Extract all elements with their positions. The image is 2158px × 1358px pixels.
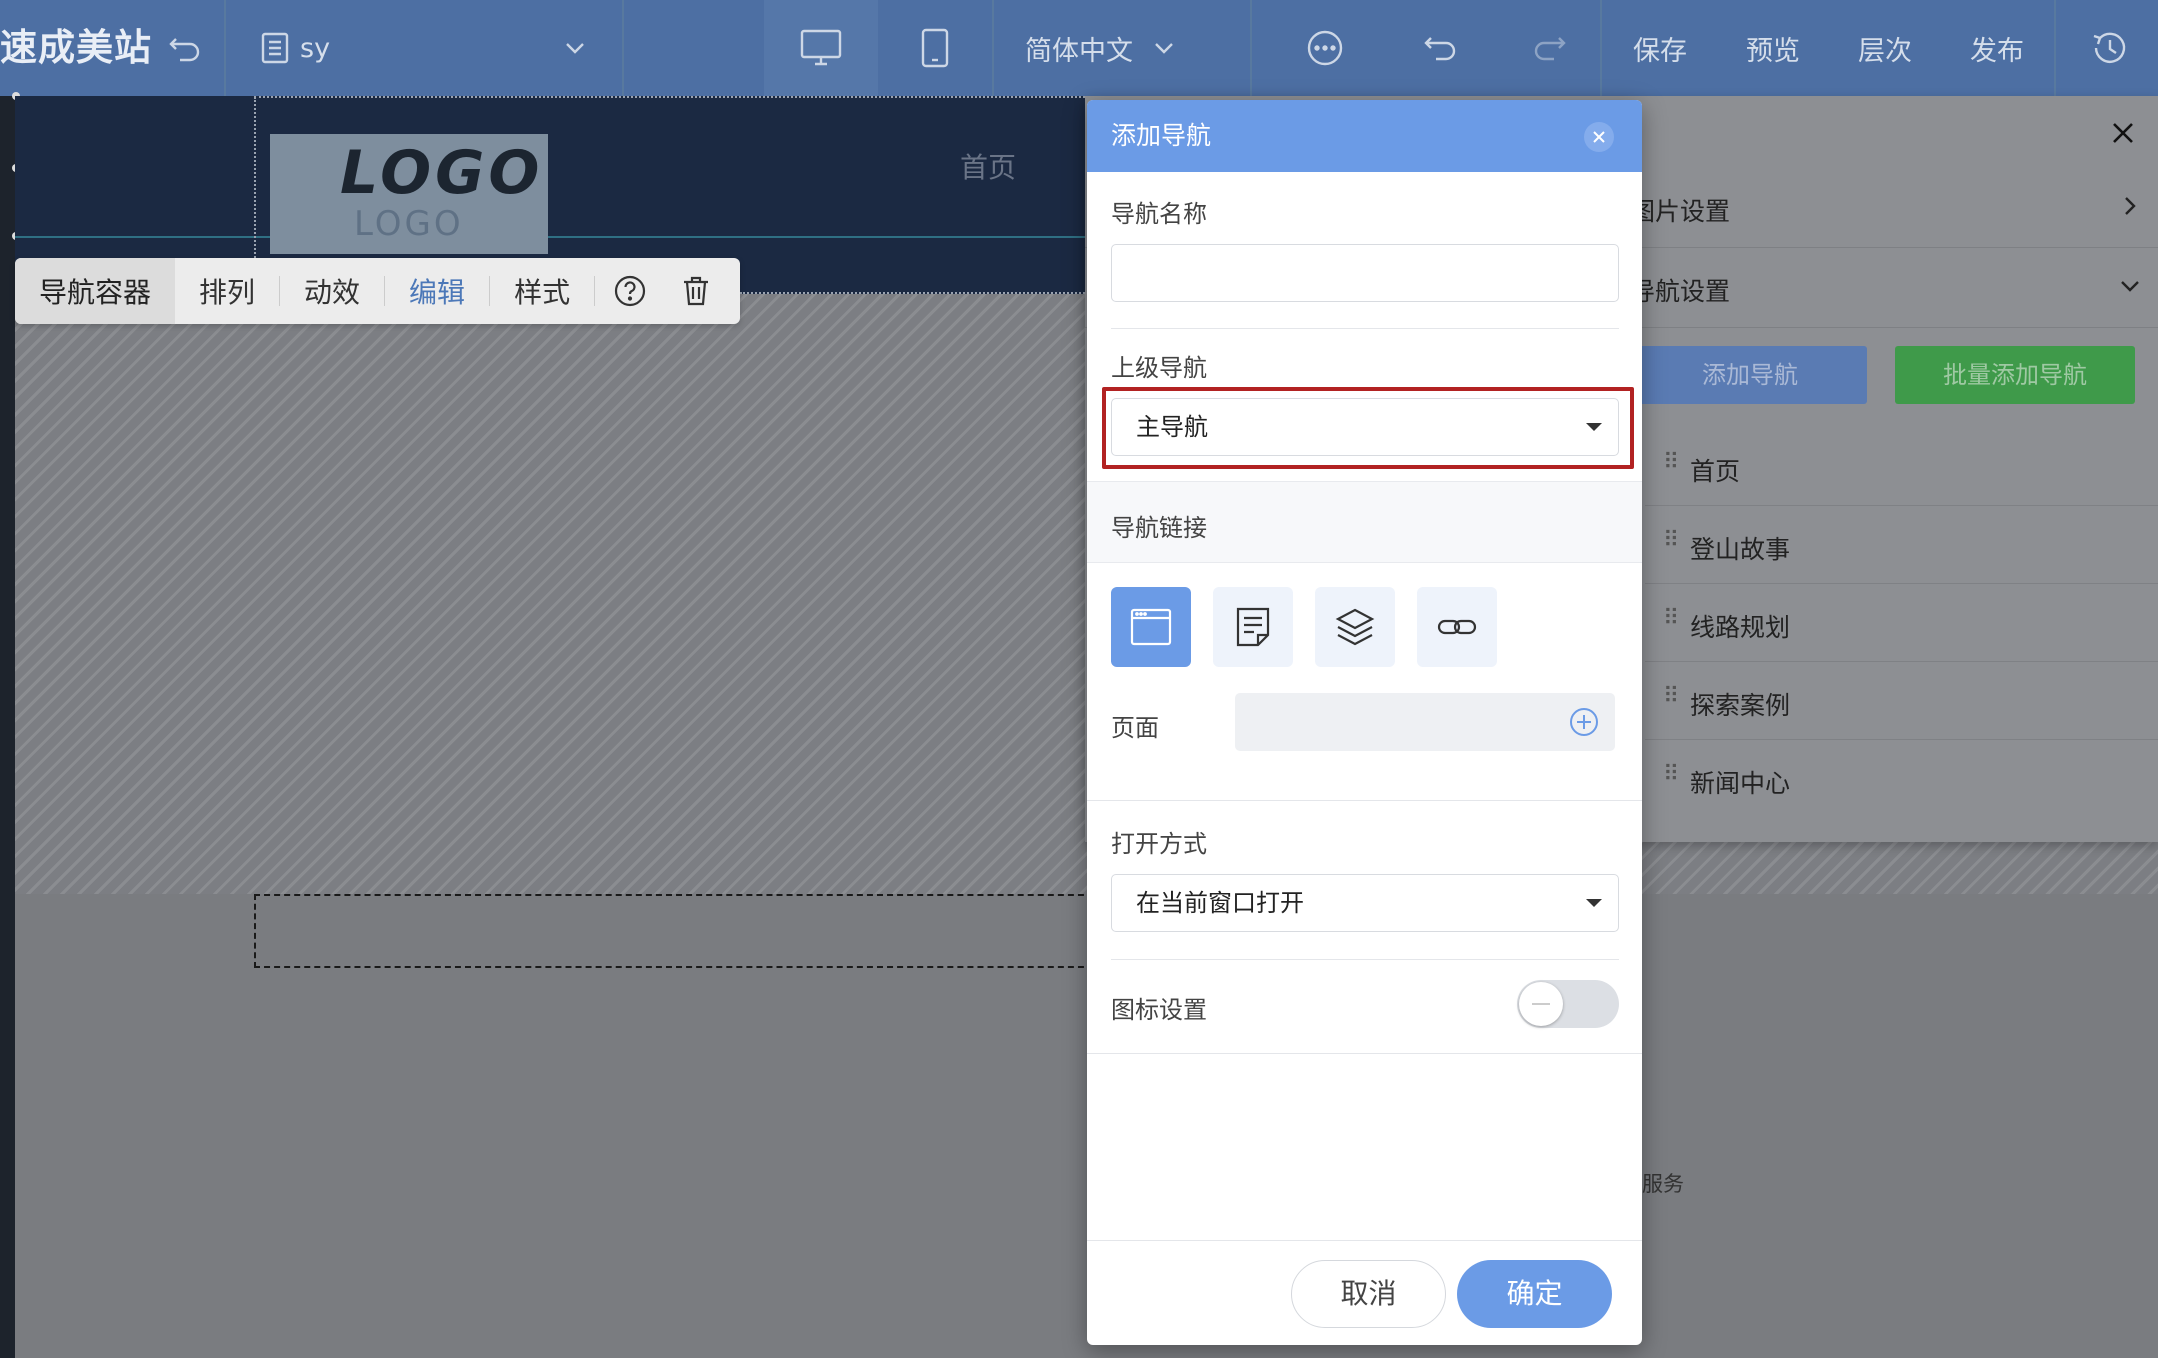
open-mode-select[interactable]: 在当前窗口打开 xyxy=(1111,874,1619,932)
dialog-close-icon[interactable] xyxy=(1584,122,1614,152)
element-toolbar: 导航容器 排列 动效 编辑 样式 xyxy=(15,258,740,324)
style-button[interactable]: 样式 xyxy=(490,258,594,324)
publish-button[interactable]: 发布 xyxy=(1942,0,2052,96)
nav-item-label: 新闻中心 xyxy=(1690,769,1791,798)
link-type-article-icon[interactable] xyxy=(1213,587,1293,667)
nav-link-label: 导航链接 xyxy=(1111,514,1207,542)
nav-container-label[interactable]: 导航容器 xyxy=(15,258,176,324)
undo-brand-icon[interactable] xyxy=(160,0,210,96)
nav-item-label: 探索案例 xyxy=(1690,691,1791,720)
open-mode-value: 在当前窗口打开 xyxy=(1136,889,1304,917)
nav-home-link[interactable]: 首页 xyxy=(960,146,1016,186)
panel-close-icon[interactable] xyxy=(2110,120,2136,150)
nav-list-item[interactable]: ⠿ 探索案例 xyxy=(1645,662,2158,740)
bg-service-text: 服务 xyxy=(1642,1172,1684,1196)
add-nav-dialog: 添加导航 导航名称 上级导航 主导航 导航链接 页面 打开方式 在当前窗口打开 … xyxy=(1087,100,1642,1345)
left-rail xyxy=(0,96,15,1358)
drag-handle-icon[interactable]: ⠿ xyxy=(1663,606,1679,631)
nav-item-label: 首页 xyxy=(1690,457,1741,486)
empty-section[interactable] xyxy=(254,894,1094,968)
brand-logo: 速成美站 xyxy=(0,26,152,69)
nav-item-label: 线路规划 xyxy=(1690,613,1791,642)
preview-button[interactable]: 预览 xyxy=(1718,0,1828,96)
icon-settings-label: 图标设置 xyxy=(1111,996,1207,1024)
help-icon[interactable] xyxy=(595,258,665,324)
redo-icon[interactable] xyxy=(1515,0,1585,96)
save-button[interactable]: 保存 xyxy=(1605,0,1715,96)
nav-name-input[interactable] xyxy=(1111,244,1619,302)
nav-settings-label: 导航设置 xyxy=(1630,277,1731,306)
page-picker[interactable] xyxy=(1235,693,1615,751)
layers-button[interactable]: 层次 xyxy=(1830,0,1940,96)
page-icon xyxy=(255,0,295,96)
history-icon[interactable] xyxy=(2070,0,2150,96)
dialog-title: 添加导航 xyxy=(1111,121,1212,150)
mobile-icon[interactable] xyxy=(890,0,980,96)
desktop-icon[interactable] xyxy=(764,0,878,96)
parent-nav-label: 上级导航 xyxy=(1111,354,1207,382)
language-select[interactable]: 简体中文 xyxy=(1010,0,1190,96)
confirm-button[interactable]: 确定 xyxy=(1457,1260,1612,1328)
page-name[interactable]: sy xyxy=(300,0,360,96)
nav-item-label: 登山故事 xyxy=(1690,535,1791,564)
top-toolbar: 速成美站 sy 简体中文 保存 预览 层次 发布 xyxy=(0,0,2158,96)
open-mode-label: 打开方式 xyxy=(1111,830,1207,858)
dialog-header: 添加导航 xyxy=(1087,100,1642,172)
icon-settings-toggle[interactable] xyxy=(1517,980,1619,1028)
drag-handle-icon[interactable]: ⠿ xyxy=(1663,762,1679,787)
arrange-button[interactable]: 排列 xyxy=(175,258,279,324)
nav-name-label: 导航名称 xyxy=(1111,200,1207,228)
logo-subtext: LOGO xyxy=(354,204,464,244)
logo-image[interactable]: LOGO LOGO xyxy=(270,134,548,254)
link-type-page-icon[interactable] xyxy=(1111,587,1191,667)
logo-text: LOGO xyxy=(340,138,544,208)
toggle-knob xyxy=(1519,982,1563,1026)
image-settings-label: 图片设置 xyxy=(1630,197,1731,226)
link-type-layers-icon[interactable] xyxy=(1315,587,1395,667)
chevron-down-icon xyxy=(2121,281,2139,292)
cancel-button[interactable]: 取消 xyxy=(1291,1260,1446,1328)
delete-icon[interactable] xyxy=(665,258,727,324)
nav-list-item[interactable]: ⠿ 登山故事 xyxy=(1645,506,2158,584)
chevron-down-icon[interactable] xyxy=(555,0,595,96)
batch-add-nav-button[interactable]: 批量添加导航 xyxy=(1895,346,2135,404)
nav-list-item[interactable]: ⠿ 线路规划 xyxy=(1645,584,2158,662)
more-icon[interactable] xyxy=(1290,0,1360,96)
page-label: 页面 xyxy=(1111,714,1159,742)
chevron-right-icon xyxy=(2125,197,2136,215)
highlight-box xyxy=(1102,387,1634,469)
edit-button[interactable]: 编辑 xyxy=(385,258,489,324)
caret-down-icon xyxy=(1586,899,1602,907)
add-nav-button[interactable]: 添加导航 xyxy=(1633,346,1867,404)
drag-handle-icon[interactable]: ⠿ xyxy=(1663,684,1679,709)
undo-icon[interactable] xyxy=(1405,0,1475,96)
animation-button[interactable]: 动效 xyxy=(280,258,384,324)
language-label: 简体中文 xyxy=(1025,35,1133,67)
link-type-url-icon[interactable] xyxy=(1417,587,1497,667)
nav-list-item[interactable]: ⠿ 首页 xyxy=(1645,428,2158,506)
add-page-icon[interactable] xyxy=(1569,707,1599,737)
drag-handle-icon[interactable]: ⠿ xyxy=(1663,450,1679,475)
nav-list-item[interactable]: ⠿ 新闻中心 xyxy=(1645,740,2158,818)
drag-handle-icon[interactable]: ⠿ xyxy=(1663,528,1679,553)
